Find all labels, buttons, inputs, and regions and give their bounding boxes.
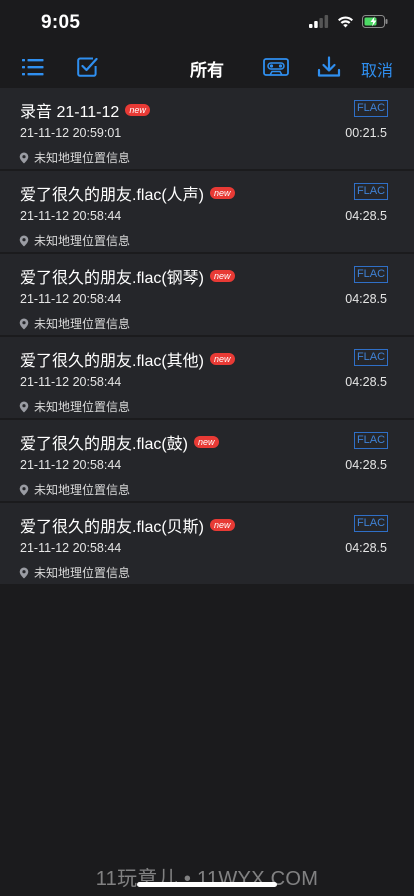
recording-date: 21-11-12 20:58:44: [20, 209, 122, 223]
cassette-button[interactable]: [262, 56, 290, 78]
list-icon: [22, 59, 44, 76]
recording-title: 爱了很久的朋友.flac(人声): [20, 187, 205, 204]
recording-title: 爱了很久的朋友.flac(钢琴): [20, 270, 205, 287]
download-button[interactable]: [316, 54, 342, 80]
battery-charging-icon: [362, 15, 388, 28]
recording-location: 未知地理位置信息: [19, 564, 130, 581]
toolbar: 所有 取消: [0, 46, 414, 88]
new-badge: new: [194, 436, 219, 448]
recording-date: 21-11-12 20:59:01: [20, 126, 122, 140]
recording-date: 21-11-12 20:58:44: [20, 375, 122, 389]
recording-date: 21-11-12 20:58:44: [20, 541, 122, 555]
recording-date: 21-11-12 20:58:44: [20, 292, 122, 306]
recording-row[interactable]: 爱了很久的朋友.flac(其他) new FLAC 21-11-12 20:58…: [0, 337, 414, 419]
format-tag: FLAC: [354, 515, 388, 532]
location-text: 未知地理位置信息: [34, 234, 131, 248]
location-text: 未知地理位置信息: [34, 400, 131, 414]
recording-title: 录音 21-11-12: [20, 104, 120, 121]
location-pin-icon: [19, 401, 29, 412]
location-pin-icon: [19, 567, 29, 578]
recording-location: 未知地理位置信息: [19, 481, 130, 498]
page-title: 所有: [190, 61, 224, 80]
format-tag: FLAC: [354, 183, 388, 200]
cancel-button[interactable]: 取消: [361, 57, 393, 81]
format-tag: FLAC: [354, 266, 388, 283]
wifi-icon: [338, 16, 353, 28]
status-time: 9:05: [41, 12, 81, 33]
location-text: 未知地理位置信息: [34, 317, 131, 331]
recording-title-line: 爱了很久的朋友.flac(贝斯) new: [20, 513, 235, 537]
recording-title-line: 爱了很久的朋友.flac(鼓) new: [20, 430, 219, 454]
new-badge: new: [210, 519, 235, 531]
location-pin-icon: [19, 152, 29, 163]
recording-duration: 04:28.5: [345, 209, 387, 223]
cellular-signal-icon: [309, 15, 329, 28]
recording-duration: 04:28.5: [345, 458, 387, 472]
cassette-icon: [263, 58, 289, 76]
recording-list: 录音 21-11-12 new FLAC 21-11-12 20:59:01 0…: [0, 88, 414, 586]
new-badge: new: [210, 270, 235, 282]
recording-title-line: 录音 21-11-12 new: [20, 98, 150, 122]
recording-location: 未知地理位置信息: [19, 398, 130, 415]
recording-title: 爱了很久的朋友.flac(贝斯): [20, 519, 205, 536]
location-text: 未知地理位置信息: [34, 151, 131, 165]
recording-date: 21-11-12 20:58:44: [20, 458, 122, 472]
recording-row[interactable]: 爱了很久的朋友.flac(鼓) new FLAC 21-11-12 20:58:…: [0, 420, 414, 502]
home-indicator: [137, 882, 277, 887]
recording-row[interactable]: 爱了很久的朋友.flac(人声) new FLAC 21-11-12 20:58…: [0, 171, 414, 253]
location-text: 未知地理位置信息: [34, 566, 131, 580]
new-badge: new: [210, 353, 235, 365]
recording-row[interactable]: 录音 21-11-12 new FLAC 21-11-12 20:59:01 0…: [0, 88, 414, 170]
recording-duration: 04:28.5: [345, 541, 387, 555]
new-badge: new: [125, 104, 150, 116]
recording-title: 爱了很久的朋友.flac(鼓): [20, 436, 189, 453]
download-icon: [317, 56, 341, 77]
recording-title: 爱了很久的朋友.flac(其他): [20, 353, 205, 370]
location-text: 未知地理位置信息: [34, 483, 131, 497]
recording-duration: 04:28.5: [345, 375, 387, 389]
recording-title-line: 爱了很久的朋友.flac(钢琴) new: [20, 264, 235, 288]
recording-row[interactable]: 爱了很久的朋友.flac(贝斯) new FLAC 21-11-12 20:58…: [0, 503, 414, 585]
location-pin-icon: [19, 235, 29, 246]
recording-row[interactable]: 爱了很久的朋友.flac(钢琴) new FLAC 21-11-12 20:58…: [0, 254, 414, 336]
recording-location: 未知地理位置信息: [19, 315, 130, 332]
new-badge: new: [210, 187, 235, 199]
recording-location: 未知地理位置信息: [19, 149, 130, 166]
format-tag: FLAC: [354, 432, 388, 449]
format-tag: FLAC: [354, 349, 388, 366]
list-menu-button[interactable]: [20, 56, 46, 78]
recording-duration: 04:28.5: [345, 292, 387, 306]
recording-location: 未知地理位置信息: [19, 232, 130, 249]
recording-title-line: 爱了很久的朋友.flac(其他) new: [20, 347, 235, 371]
recording-title-line: 爱了很久的朋友.flac(人声) new: [20, 181, 235, 205]
recording-duration: 00:21.5: [345, 126, 387, 140]
checkbox-icon: [77, 57, 98, 77]
select-button[interactable]: [74, 54, 100, 80]
location-pin-icon: [19, 318, 29, 329]
status-bar: 9:05: [0, 0, 414, 46]
location-pin-icon: [19, 484, 29, 495]
status-icons: [309, 15, 389, 28]
format-tag: FLAC: [354, 100, 388, 117]
